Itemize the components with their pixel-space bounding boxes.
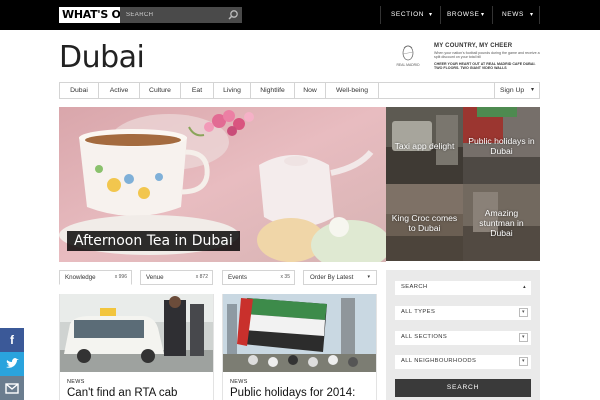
search-bar — [120, 7, 242, 23]
nav-browse[interactable]: BROWSE ▾ — [440, 6, 492, 24]
search-input[interactable] — [120, 7, 222, 23]
cat-well-being[interactable]: Well-being — [326, 83, 379, 98]
tile-king-croc[interactable]: King Croc comes to Dubai — [386, 184, 463, 261]
chevron-down-icon: ▾ — [519, 308, 528, 317]
filter-label: Events — [228, 274, 247, 281]
nav-section[interactable]: SECTION ▾ — [380, 6, 440, 24]
article-tag: NEWS — [67, 379, 85, 385]
signup-label: Sign Up — [500, 87, 525, 94]
sidebar-search-label: SEARCH — [401, 284, 428, 290]
top-bar: WHAT'S ON SECTION ▾ BROWSE ▾ NEWS ▾ — [0, 0, 600, 30]
nav-section-label: SECTION — [391, 11, 425, 18]
chevron-down-icon: ▾ — [481, 12, 485, 18]
search-icon — [228, 10, 238, 20]
order-label: Order By Latest — [310, 274, 354, 281]
types-select-label: ALL TYPES — [401, 309, 436, 315]
filter-count: x 35 — [280, 274, 290, 280]
types-select[interactable]: ALL TYPES ▾ — [395, 306, 531, 320]
chevron-down-icon: ▾ — [429, 12, 433, 18]
hero-caption: Afternoon Tea in Dubai — [67, 231, 240, 251]
article-tag: NEWS — [230, 379, 248, 385]
twitter-icon — [0, 352, 24, 376]
category-nav: Dubai Active Culture Eat Living Nightlif… — [59, 82, 540, 99]
chevron-down-icon: ▾ — [530, 12, 534, 18]
tile-taxi-app[interactable]: Taxi app delight — [386, 107, 463, 184]
neighbourhoods-select[interactable]: ALL NEIGHBOURHOODS ▾ — [395, 355, 531, 369]
filter-knowledge[interactable]: Knowledge x 996 — [59, 270, 132, 285]
page-title: Dubai — [59, 40, 145, 75]
cat-eat[interactable]: Eat — [181, 83, 214, 98]
tile-title: Taxi app delight — [394, 140, 455, 151]
promo-subtitle: When your nation's football pounds durin… — [434, 51, 540, 60]
email-share-button[interactable] — [0, 376, 24, 400]
uae-flag-image — [223, 294, 376, 372]
cat-active[interactable]: Active — [99, 83, 140, 98]
promo-title: MY COUNTRY, MY CHEER — [434, 43, 513, 49]
cat-living[interactable]: Living — [214, 83, 251, 98]
facebook-share-button[interactable]: f — [0, 328, 24, 352]
nav-browse-label: BROWSE — [447, 11, 480, 18]
filter-label: Knowledge — [65, 274, 96, 281]
hero-banner[interactable]: Afternoon Tea in Dubai — [59, 107, 386, 262]
tile-public-holidays[interactable]: Public holidays in Dubai — [463, 107, 540, 184]
search-sidebar: SEARCH ▴ ALL TYPES ▾ ALL SECTIONS ▾ ALL … — [386, 270, 540, 400]
cat-nightlife[interactable]: Nightlife — [251, 83, 295, 98]
sidebar-search-toggle[interactable]: SEARCH ▴ — [395, 281, 531, 295]
chevron-down-icon: ▾ — [519, 357, 528, 366]
chevron-up-icon: ▴ — [523, 284, 526, 290]
chevron-down-icon: ▾ — [519, 333, 528, 342]
chevron-down-icon: ▾ — [530, 87, 534, 93]
featured-tiles: Taxi app delight Public holidays in Duba… — [386, 107, 540, 262]
promo-banner[interactable]: REAL MADRID MY COUNTRY, MY CHEER When yo… — [394, 42, 540, 72]
neighbourhoods-select-label: ALL NEIGHBOURHOODS — [401, 358, 477, 364]
signup-dropdown[interactable]: Sign Up ▾ — [494, 83, 539, 98]
filter-count: x 872 — [195, 274, 208, 280]
email-icon — [0, 376, 24, 400]
cat-dubai[interactable]: Dubai — [60, 83, 99, 98]
order-by-select[interactable]: Order By Latest ▾ — [303, 270, 377, 285]
nav-news-label: NEWS — [502, 11, 524, 18]
article-card[interactable]: NEWS Can't find an RTA cab — [59, 294, 214, 400]
sidebar-search-button[interactable]: SEARCH — [395, 379, 531, 397]
tile-stuntman[interactable]: Amazing stuntman in Dubai — [463, 184, 540, 261]
article-headline[interactable]: Can't find an RTA cab — [67, 387, 177, 399]
article-headline[interactable]: Public holidays for 2014: — [230, 387, 355, 399]
tile-title: Amazing stuntman in Dubai — [479, 207, 524, 238]
tile-title: Public holidays in Dubai — [468, 135, 535, 156]
rta-cab-image — [60, 294, 213, 372]
nav-news[interactable]: NEWS ▾ — [492, 6, 540, 24]
chevron-down-icon: ▾ — [367, 274, 370, 280]
article-card[interactable]: NEWS Public holidays for 2014: — [222, 294, 377, 400]
cat-culture[interactable]: Culture — [140, 83, 181, 98]
article-image — [223, 294, 376, 372]
svg-text:REAL MADRID: REAL MADRID — [396, 63, 420, 67]
filter-label: Venue — [146, 274, 164, 281]
twitter-share-button[interactable] — [0, 352, 24, 376]
filter-venue[interactable]: Venue x 872 — [140, 270, 213, 285]
real-madrid-crest-icon: REAL MADRID — [396, 45, 420, 67]
search-button[interactable] — [224, 7, 242, 23]
article-image — [60, 294, 213, 372]
sections-select-label: ALL SECTIONS — [401, 334, 448, 340]
filter-events[interactable]: Events x 35 — [222, 270, 295, 285]
facebook-icon: f — [10, 333, 14, 347]
filter-count: x 996 — [114, 274, 127, 280]
cat-now[interactable]: Now — [295, 83, 326, 98]
sections-select[interactable]: ALL SECTIONS ▾ — [395, 331, 531, 345]
promo-cta: CHEER YOUR HEART OUT AT REAL MADRID CAFE… — [434, 62, 536, 71]
tile-title: King Croc comes to Dubai — [391, 212, 458, 233]
